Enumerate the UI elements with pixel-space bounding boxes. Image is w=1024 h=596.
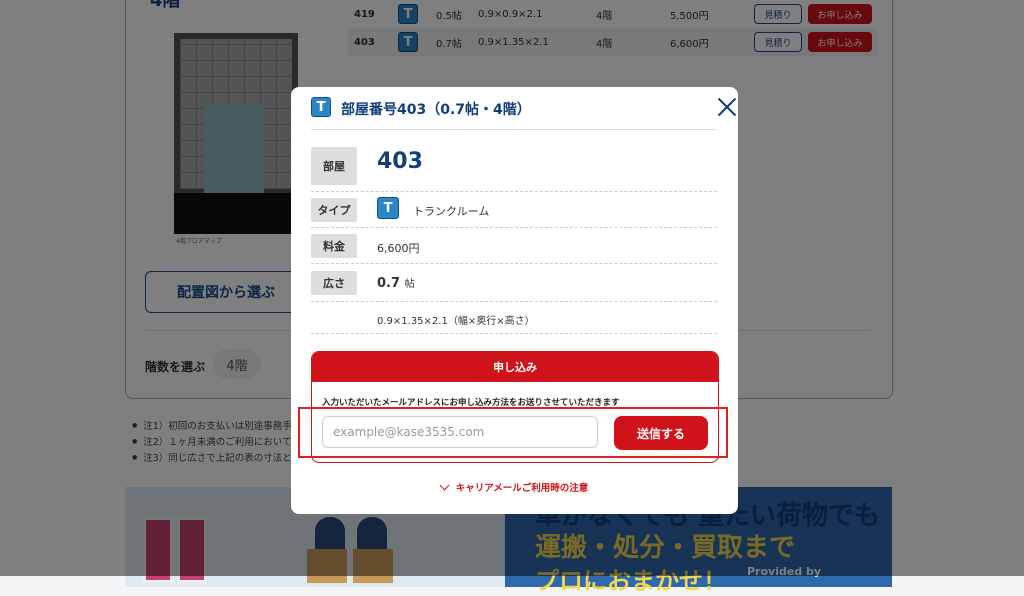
detail-row-type: タイプ T トランクルーム	[311, 193, 717, 228]
type-value: トランクルーム	[413, 205, 490, 218]
modal-header: T 部屋番号403（0.7帖・4階）	[311, 97, 717, 130]
carrier-note-label: キャリアメールご利用時の注意	[455, 483, 589, 494]
size-value: 0.7 帖	[377, 275, 415, 291]
room-number-value: 403	[377, 149, 423, 174]
trunk-room-icon: T	[311, 97, 331, 117]
detail-row-size: 広さ 0.7 帖	[311, 265, 717, 302]
size-unit: 帖	[404, 279, 415, 290]
detail-row-price: 料金 6,600円	[311, 229, 717, 264]
dimensions-value: 0.9×1.35×2.1（幅×奥行×高さ）	[377, 316, 535, 327]
price-value: 6,600円	[377, 242, 420, 255]
size-number: 0.7	[377, 276, 401, 291]
close-icon[interactable]	[715, 95, 739, 119]
detail-label: タイプ	[311, 198, 357, 222]
detail-row-room: 部屋 403	[311, 143, 717, 192]
highlight-box	[298, 407, 728, 458]
chevron-down-icon	[439, 480, 450, 491]
detail-label: 料金	[311, 234, 357, 258]
detail-label: 広さ	[311, 271, 357, 295]
detail-row-dimensions: 0.9×1.35×2.1（幅×奥行×高さ）	[311, 303, 717, 334]
application-header: 申し込み	[312, 352, 718, 382]
trunk-room-icon: T	[377, 197, 399, 219]
modal-title: 部屋番号403（0.7帖・4階）	[341, 102, 531, 118]
detail-label: 部屋	[311, 147, 357, 185]
carrier-mail-note[interactable]: キャリアメールご利用時の注意	[291, 480, 738, 494]
